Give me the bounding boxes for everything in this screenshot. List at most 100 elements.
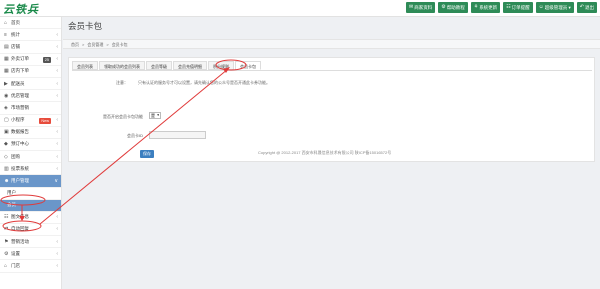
topbar-button-3[interactable]: ☷ 订单提醒: [503, 2, 533, 13]
topbar-icon: ☺: [538, 4, 544, 10]
tab-item[interactable]: 领取成功的会员列表: [99, 61, 145, 70]
chevron-icon: ‹: [56, 238, 58, 245]
chevron-icon: ‹: [56, 226, 58, 233]
chevron-icon: ‹: [56, 141, 58, 148]
topbar-button-label: 商家资料: [414, 5, 433, 10]
sidebar-subitem[interactable]: 用户: [0, 188, 61, 200]
sidebar-subitem[interactable]: 会员: [0, 199, 61, 212]
sidebar-item-icon: ◇: [4, 153, 8, 160]
chevron-icon: ‹: [56, 117, 58, 124]
copyright: Copyright @ 2012-2017 西安市科晟信息技术有限公司 陕ICP…: [258, 150, 392, 155]
main-content: 会员卡包 首页 > 会员管理 > 会员卡包 会员列表 领取成功的会员列表 会员等级 会员充值明…: [63, 17, 600, 289]
chevron-icon: ‹: [56, 165, 58, 172]
sidebar-item[interactable]: ▢ 小程序 New ‹: [0, 115, 61, 127]
member-card-panel: 会员列表 领取成功的会员列表 会员等级 会员充值明细 积分规则 会员卡包 注意： 只有认证…: [68, 57, 595, 162]
topbar-button-1[interactable]: ⚙ 帮助教程: [438, 2, 468, 13]
note-text: 只有认证的服务号才可以设置，请先确认您的公众号是否开通此卡券功能。: [138, 80, 270, 85]
sidebar-item-icon: ≡: [4, 31, 7, 38]
sidebar-item[interactable]: ☻ 用户管理 ∨: [0, 175, 61, 188]
note-label: 注意：: [116, 80, 128, 85]
sidebar-item-badge: 25: [42, 56, 51, 63]
sidebar-item[interactable]: ▶ 配送员 ‹: [0, 78, 61, 91]
chevron-icon: ‹: [56, 214, 58, 221]
topbar-button-label: 订单提醒: [511, 5, 530, 10]
sidebar-item[interactable]: ▣ 数据报告 ‹: [0, 127, 61, 139]
card-id-input[interactable]: [149, 131, 206, 139]
tab-item[interactable]: 会员卡包: [235, 61, 261, 70]
chevron-icon: ‹: [56, 129, 58, 136]
sidebar-item-label: 设置: [11, 250, 20, 256]
save-button[interactable]: 保存: [140, 150, 154, 158]
sidebar: ⌂ 首页 ≡ 统计 ‹ ▤ 店铺 ‹ ▦ 外卖订单 25 ‹ ▦ 店内下单 ‹ ▶ 配送员 ‹ ◉ 优店管理 ‹ ◈ 市场营…: [0, 17, 62, 289]
sidebar-item-icon: ▦: [4, 68, 9, 75]
sidebar-item-label: 店铺: [11, 43, 20, 49]
sidebar-item-icon: ◈: [4, 104, 8, 111]
sidebar-item[interactable]: ◈ 市场营销: [0, 102, 61, 115]
sidebar-item[interactable]: ⌂ 首页: [0, 17, 61, 30]
breadcrumb-item[interactable]: 会员卡包: [112, 42, 128, 47]
tab-item[interactable]: 积分规则: [208, 61, 234, 70]
chevron-icon: ∨: [54, 178, 58, 185]
chevron-icon: ‹: [56, 250, 58, 257]
sidebar-item-label: 投票系统: [11, 165, 29, 171]
breadcrumb-item[interactable]: 会员管理: [87, 42, 103, 47]
topbar-icon: ✉: [409, 4, 414, 10]
sidebar-item-label: 统计: [11, 31, 20, 37]
topbar-button-2[interactable]: ⚘ 系统更新: [470, 2, 501, 13]
enable-card-select[interactable]: 是 ▾: [149, 112, 161, 119]
sidebar-item-badge: New: [39, 117, 51, 124]
sidebar-item[interactable]: ▦ 店内下单 ‹: [0, 66, 61, 78]
caret-down-icon: ▾: [157, 113, 159, 117]
sidebar-item-icon: ▥: [4, 165, 9, 172]
topbar-icon: ↶: [579, 4, 584, 10]
sidebar-item-label: 预订中心: [11, 141, 29, 147]
sidebar-item-label: 配送员: [11, 80, 25, 86]
topbar-button-label: 帮助教程: [446, 5, 465, 10]
tab-item[interactable]: 会员充值明细: [173, 61, 207, 70]
sidebar-item[interactable]: ⇄ 自动回复 ‹: [0, 224, 61, 236]
card-id-label: 会员卡ID: [127, 133, 143, 138]
sidebar-item[interactable]: ☷ 图文信息 ‹: [0, 212, 61, 224]
top-bar: 云铁兵 ✉ 商家资料 ⚙ 帮助教程 ⚘ 系统更新 ☷ 订单提醒 ☺ 超级管理员 ▾ ↶ 退出: [0, 0, 600, 17]
app-logo[interactable]: 云铁兵: [3, 1, 58, 16]
sidebar-item-label: 门店: [11, 262, 20, 268]
sidebar-item[interactable]: ⌂ 门店 ‹: [0, 260, 61, 273]
chevron-icon: ‹: [56, 80, 58, 87]
tab-item[interactable]: 会员列表: [72, 61, 98, 70]
chevron-icon: ‹: [56, 56, 58, 63]
page-title: 会员卡包: [68, 21, 103, 31]
tab-item[interactable]: 会员等级: [146, 61, 172, 70]
sidebar-item-icon: ◆: [4, 141, 8, 148]
sidebar-item-icon: ▢: [4, 117, 9, 124]
chevron-icon: ‹: [56, 92, 58, 99]
topbar-icon: ⚙: [441, 4, 446, 10]
sidebar-item-icon: ⌂: [4, 262, 8, 269]
sidebar-item[interactable]: ◆ 预订中心 ‹: [0, 139, 61, 152]
topbar-button-4[interactable]: ☺ 超级管理员 ▾: [535, 2, 574, 13]
sidebar-item-icon: ☻: [4, 178, 10, 185]
sidebar-item-label: 外卖订单: [11, 56, 29, 62]
breadcrumb-item[interactable]: 首页: [71, 42, 79, 47]
topbar-button-label: 退出: [585, 5, 594, 10]
sidebar-item[interactable]: ⚑ 营销活动 ‹: [0, 236, 61, 249]
sidebar-item[interactable]: ≡ 统计 ‹: [0, 29, 61, 42]
enable-card-value: 是: [151, 113, 155, 118]
sidebar-item[interactable]: ▥ 投票系统 ‹: [0, 163, 61, 176]
tab-bar: 会员列表 领取成功的会员列表 会员等级 会员充值明细 积分规则 会员卡包: [72, 61, 261, 70]
sidebar-item-label: 营销活动: [11, 238, 29, 244]
sidebar-item-label: 市场营销: [11, 104, 29, 110]
sidebar-item[interactable]: ▦ 外卖订单 25 ‹: [0, 54, 61, 66]
sidebar-item[interactable]: ⚙ 设置 ‹: [0, 248, 61, 261]
sidebar-item[interactable]: ▤ 店铺 ‹: [0, 41, 61, 54]
topbar-button-5[interactable]: ↶ 退出: [576, 2, 597, 13]
enable-card-label: 是否开启会员卡包功能: [103, 114, 143, 119]
topbar-button-0[interactable]: ✉ 商家资料: [406, 2, 436, 13]
sidebar-item-label: 团购: [11, 153, 20, 159]
sidebar-item-label: 数据报告: [11, 129, 29, 135]
sidebar-item-icon: ▣: [4, 129, 9, 136]
sidebar-item-icon: ⚑: [4, 238, 9, 245]
topbar-icon: ⚘: [473, 4, 479, 10]
top-actions: ✉ 商家资料 ⚙ 帮助教程 ⚘ 系统更新 ☷ 订单提醒 ☺ 超级管理员 ▾ ↶ 退出: [406, 2, 597, 13]
sidebar-item[interactable]: ◇ 团购 ‹: [0, 151, 61, 164]
sidebar-item[interactable]: ◉ 优店管理 ‹: [0, 90, 61, 103]
